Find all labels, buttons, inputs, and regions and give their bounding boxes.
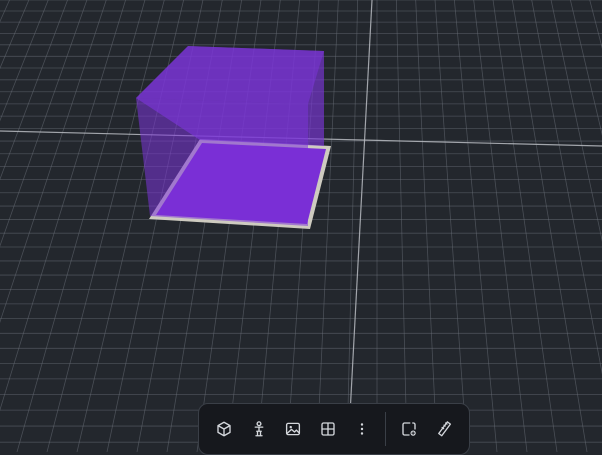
add-frame-icon <box>400 420 418 438</box>
3d-viewport[interactable] <box>0 0 602 455</box>
more-vertical-icon <box>353 420 371 438</box>
grid-layout-icon <box>319 420 337 438</box>
purple-box-object[interactable] <box>136 46 331 229</box>
add-object-button[interactable] <box>207 411 241 447</box>
scene-canvas[interactable] <box>0 0 602 452</box>
ruler-icon <box>435 420 453 438</box>
measure-button[interactable] <box>427 411 461 447</box>
add-character-button[interactable] <box>241 411 275 447</box>
mannequin-icon <box>250 420 268 438</box>
bottom-toolbar <box>198 403 470 455</box>
toolbar-separator <box>385 412 387 446</box>
more-options-button[interactable] <box>345 411 379 447</box>
layout-grid-button[interactable] <box>310 411 344 447</box>
image-icon <box>284 420 302 438</box>
cube-icon <box>215 420 233 438</box>
add-image-button[interactable] <box>276 411 310 447</box>
add-frame-button[interactable] <box>392 411 426 447</box>
